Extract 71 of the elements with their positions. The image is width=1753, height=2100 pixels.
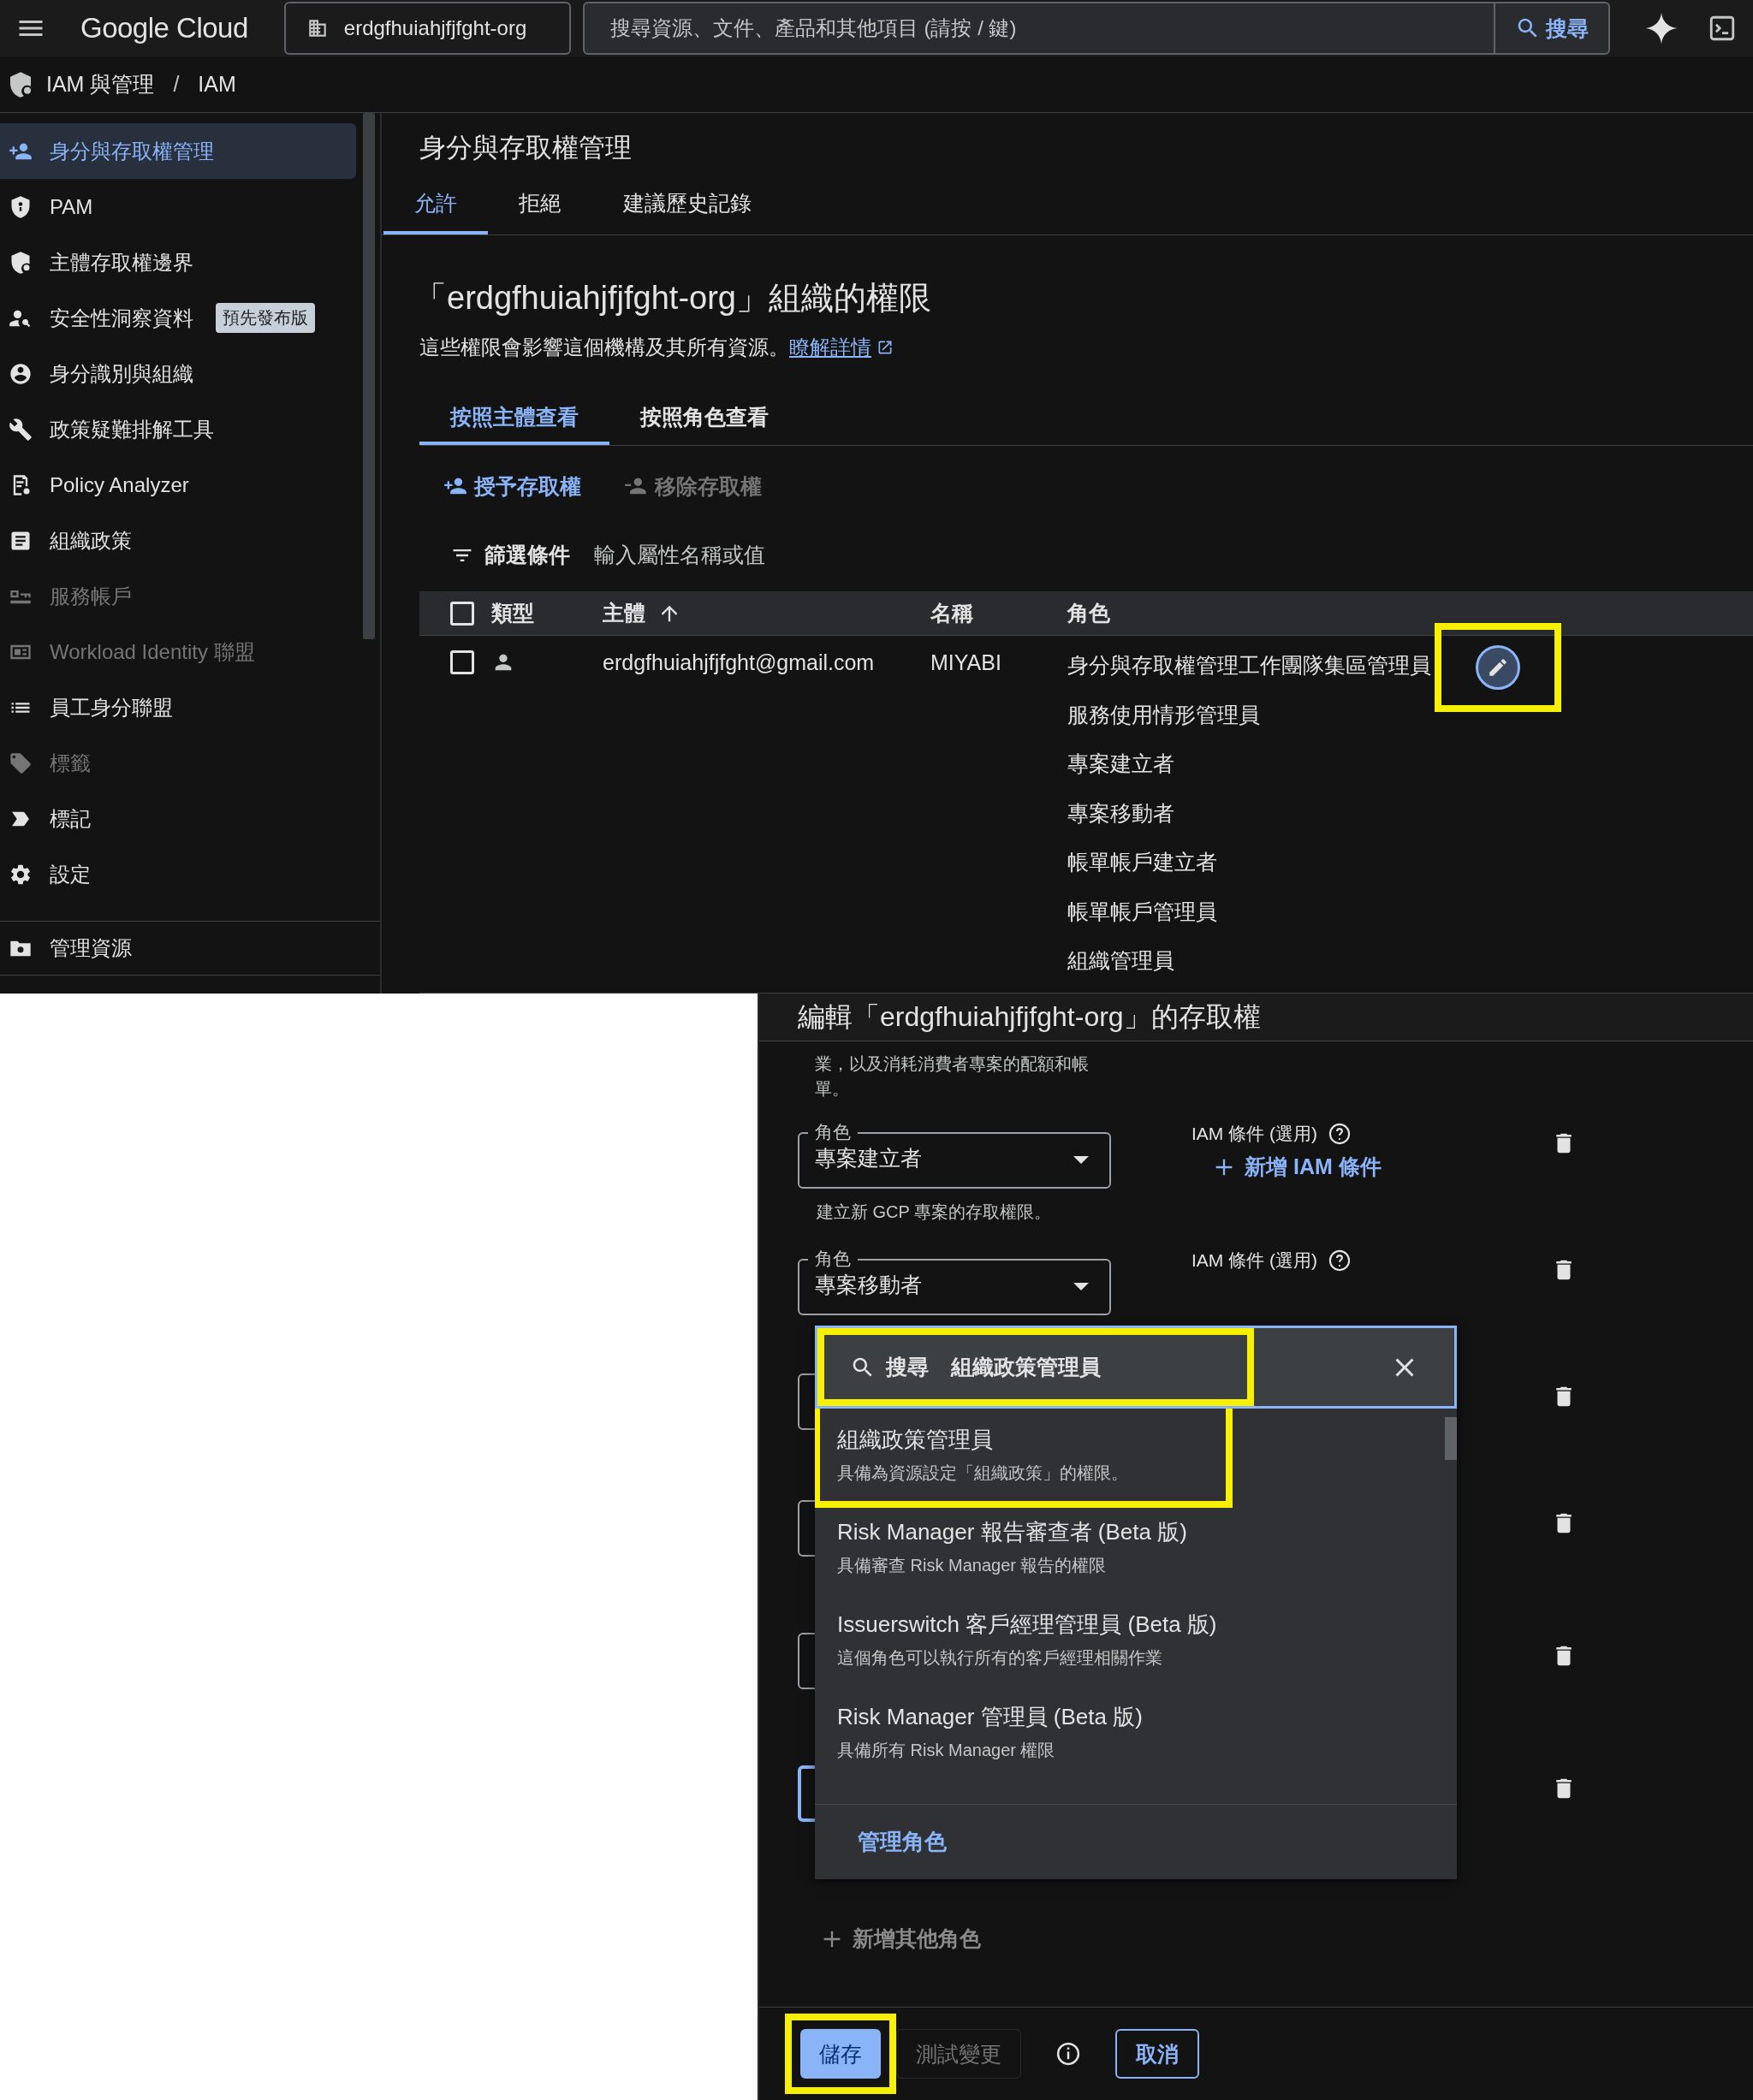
tag-icon — [9, 750, 33, 775]
panel-title: 編輯「erdgfhuiahjfjfght-org」的存取權 — [759, 994, 1753, 1041]
learn-more-link[interactable]: 瞭解詳情 — [789, 334, 894, 361]
edit-button[interactable] — [1476, 644, 1520, 690]
scrollbar[interactable] — [363, 113, 375, 639]
view-tab[interactable]: 按照角色查看 — [609, 392, 799, 445]
breadcrumb-separator: / — [173, 72, 180, 97]
role-text: 組織管理員 — [1067, 947, 1174, 975]
sidebar-item[interactable]: 主體存取權邊界 — [0, 234, 356, 290]
project-picker[interactable]: erdgfhuiahjfjfght-org — [283, 2, 571, 55]
sidebar-item[interactable]: 標記 — [0, 791, 356, 846]
row-checkbox[interactable] — [450, 650, 474, 674]
filter-label: 篩選條件 — [484, 542, 570, 568]
sidebar-item[interactable]: 政策疑難排解工具 — [0, 401, 356, 457]
helper-text: 建立新 GCP 專案的存取權限。 — [817, 1201, 1053, 1223]
column-header[interactable]: 類型 — [491, 599, 534, 627]
sidebar-item[interactable]: 管理資源 — [0, 921, 380, 976]
description-text: 這些權限會影響這個機構及其所有資源。瞭解詳情 — [419, 334, 1753, 361]
page-title: 身分與存取權管理 — [419, 132, 633, 164]
sidebar-item[interactable]: 組織政策 — [0, 513, 356, 568]
help-icon[interactable] — [1328, 1249, 1352, 1272]
caret-icon — [1073, 1283, 1089, 1290]
manage-roles-link[interactable]: 管理角色 — [858, 1827, 947, 1857]
sidebar-item[interactable]: Policy Analyzer — [0, 457, 356, 513]
column-header[interactable]: 角色 — [1067, 601, 1110, 625]
tab[interactable]: 建議歷史記錄 — [592, 175, 782, 234]
account-icon — [9, 361, 33, 386]
sidebar-item[interactable]: PAM — [0, 179, 356, 234]
select-all-checkbox[interactable] — [450, 601, 474, 626]
cancel-button[interactable]: 取消 — [1115, 2029, 1199, 2079]
caret-icon — [1073, 1156, 1089, 1164]
product-logo[interactable]: Google Cloud — [80, 12, 248, 44]
role-option[interactable]: 組織政策管理員 具備為資源設定「組織政策」的權限。 — [815, 1409, 1233, 1508]
help-icon[interactable] — [1328, 1122, 1352, 1146]
sidebar-item[interactable]: 身分與存取權管理 — [0, 123, 356, 179]
role-text: 帳單帳戶管理員 — [1067, 898, 1217, 925]
breadcrumb-link[interactable]: IAM 與管理 — [46, 70, 155, 98]
role-text: 服務使用情形管理員 — [1067, 701, 1260, 728]
add-role-button[interactable]: 新增其他角色 — [815, 1924, 986, 1954]
search-field[interactable]: 搜尋資源、文件、產品和其他項目 (請按 / 鍵) 搜尋 — [582, 2, 1610, 55]
search-button[interactable]: 搜尋 — [1493, 3, 1608, 53]
external-link-icon — [876, 339, 894, 356]
sidebar-item[interactable]: 安全性洞察資料 預先發布版 — [0, 290, 356, 346]
role-search-field[interactable]: 搜尋 組織政策管理員 — [815, 1326, 1457, 1409]
add-condition-button[interactable]: 新增 IAM 條件 — [1191, 1153, 1551, 1181]
tab[interactable]: 允許 — [383, 175, 488, 234]
info-icon[interactable] — [1055, 2041, 1081, 2067]
sidebar-item[interactable]: 員工身分聯盟 — [0, 679, 356, 735]
view-tab[interactable]: 按照主體查看 — [419, 392, 609, 445]
sidebar-item[interactable]: 身分識別與組織 — [0, 346, 356, 401]
condition-label: IAM 條件 (選用) — [1191, 1249, 1317, 1272]
grant-access-button[interactable]: 授予存取權 — [438, 465, 586, 507]
role-text: 身分與存取權管理工作團隊集區管理員 — [1067, 652, 1431, 679]
section-heading: 「erdgfhuiahjfjfght-org」組織的權限 — [414, 279, 932, 317]
filter-field[interactable]: 輸入屬性名稱或值 — [592, 542, 935, 568]
scrollbar[interactable] — [1445, 1417, 1457, 1460]
preview-badge: 預先發布版 — [216, 303, 315, 333]
column-header[interactable]: 名稱 — [930, 601, 973, 625]
role-text: 專案移動者 — [1067, 799, 1174, 827]
sidebar-item[interactable]: 設定 — [0, 846, 356, 902]
breadcrumb-current: IAM — [198, 72, 236, 97]
tab[interactable]: 拒絕 — [488, 175, 592, 234]
column-header[interactable]: 主體 — [603, 599, 645, 627]
role-description: 業，以及消耗消費者專案的配額和帳單。 — [815, 1053, 1090, 1100]
table-cell: MIYABI — [930, 650, 1001, 675]
role-text: 專案建立者 — [1067, 750, 1174, 778]
save-button[interactable]: 儲存 — [800, 2029, 881, 2079]
condition-label: IAM 條件 (選用) — [1191, 1123, 1317, 1145]
table-cell: erdgfhuiahjfjfght@gmail.com — [603, 650, 875, 675]
role-text: 帳單帳戶建立者 — [1067, 849, 1217, 876]
wrench-icon — [9, 417, 33, 442]
